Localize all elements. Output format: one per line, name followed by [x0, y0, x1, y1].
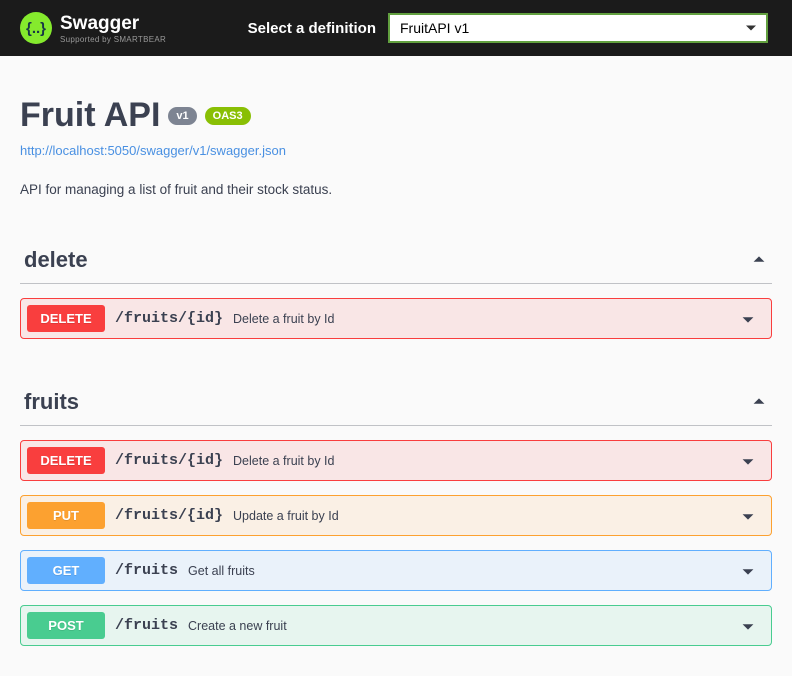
tag-header-delete[interactable]: delete [20, 237, 772, 284]
method-badge: DELETE [27, 447, 105, 474]
op-path: /fruits/{id} [115, 310, 223, 327]
op-summary: Delete a fruit by Id [233, 454, 334, 468]
oas-badge: OAS3 [205, 107, 251, 125]
op-summary: Get all fruits [188, 564, 255, 578]
chevron-down-icon [739, 507, 757, 525]
api-description: API for managing a list of fruit and the… [20, 182, 772, 197]
op-summary: Create a new fruit [188, 619, 287, 633]
method-badge: GET [27, 557, 105, 584]
api-title: Fruit API [20, 96, 160, 135]
definition-selected: FruitAPI v1 [400, 20, 469, 36]
topbar: {..} Swagger Supported by SMARTBEAR Sele… [0, 0, 792, 56]
opblock-delete-fruit[interactable]: DELETE /fruits/{id} Delete a fruit by Id [20, 298, 772, 339]
opblock-get-fruits[interactable]: GET /fruits Get all fruits [20, 550, 772, 591]
op-path: /fruits [115, 562, 178, 579]
swagger-logo: {..} Swagger Supported by SMARTBEAR [20, 12, 166, 44]
method-badge: POST [27, 612, 105, 639]
opblock-put-fruit-by-id[interactable]: PUT /fruits/{id} Update a fruit by Id [20, 495, 772, 536]
definition-select[interactable]: FruitAPI v1 [388, 13, 768, 43]
op-summary: Update a fruit by Id [233, 509, 339, 523]
definition-label: Select a definition [248, 20, 376, 37]
main: Fruit API v1 OAS3 http://localhost:5050/… [0, 56, 792, 676]
swagger-json-link[interactable]: http://localhost:5050/swagger/v1/swagger… [20, 143, 286, 158]
tag-header-fruits[interactable]: fruits [20, 379, 772, 426]
chevron-up-icon [750, 393, 768, 411]
tag-name: delete [24, 247, 88, 273]
swagger-icon: {..} [20, 12, 52, 44]
op-summary: Delete a fruit by Id [233, 312, 334, 326]
method-badge: PUT [27, 502, 105, 529]
version-badge: v1 [168, 107, 196, 125]
logo-subtitle: Supported by SMARTBEAR [60, 35, 166, 44]
method-badge: DELETE [27, 305, 105, 332]
opblock-post-fruits[interactable]: POST /fruits Create a new fruit [20, 605, 772, 646]
chevron-down-icon [739, 310, 757, 328]
tag-section-delete: delete DELETE /fruits/{id} Delete a frui… [20, 237, 772, 339]
tag-section-fruits: fruits DELETE /fruits/{id} Delete a frui… [20, 379, 772, 646]
logo-title: Swagger [60, 13, 166, 35]
chevron-up-icon [750, 251, 768, 269]
chevron-down-icon [739, 562, 757, 580]
opblock-delete-fruit-by-id[interactable]: DELETE /fruits/{id} Delete a fruit by Id [20, 440, 772, 481]
op-path: /fruits/{id} [115, 507, 223, 524]
op-path: /fruits/{id} [115, 452, 223, 469]
chevron-down-icon [739, 617, 757, 635]
tag-name: fruits [24, 389, 79, 415]
op-path: /fruits [115, 617, 178, 634]
chevron-down-icon [739, 452, 757, 470]
